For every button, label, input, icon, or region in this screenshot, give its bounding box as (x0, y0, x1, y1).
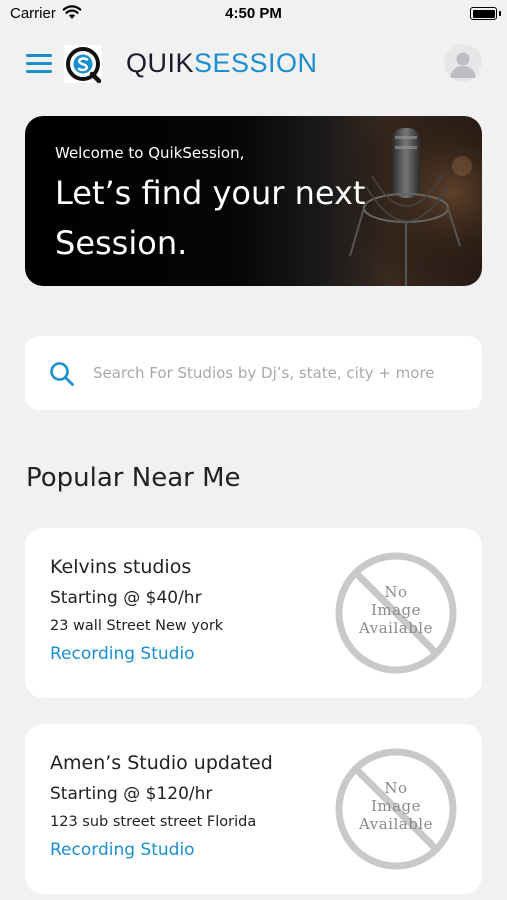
studio-type-link[interactable]: Recording Studio (50, 644, 195, 664)
search-input[interactable] (93, 354, 463, 392)
clock: 4:50 PM (225, 5, 282, 22)
status-bar: Carrier 4:50 PM (0, 0, 507, 28)
no-image-label: Available (359, 619, 433, 637)
avatar-icon[interactable] (444, 44, 482, 82)
studio-card[interactable]: Kelvins studios Starting @ $40/hr 23 wal… (25, 528, 482, 698)
studio-name: Amen’s Studio updated (50, 752, 273, 774)
studio-price: Starting @ $120/hr (50, 784, 213, 804)
brand-title: QUIKSESSION (126, 48, 318, 79)
no-image-icon: No Image Available (333, 550, 459, 676)
search-icon[interactable] (49, 361, 75, 387)
no-image-label: Image (370, 601, 422, 619)
studio-card[interactable]: Amen’s Studio updated Starting @ $120/hr… (25, 724, 482, 894)
studio-address: 23 wall Street New york (50, 618, 224, 634)
battery-icon (470, 7, 501, 20)
no-image-icon: No Image Available (333, 746, 459, 872)
hero-headline: Let’s find your next Session. (55, 174, 366, 262)
no-image-label: No (384, 583, 408, 601)
welcome-text: Welcome to QuikSession, (55, 144, 245, 162)
no-image-label: No (384, 779, 408, 797)
studio-address: 123 sub street street Florida (50, 814, 257, 830)
menu-icon[interactable] (26, 52, 52, 74)
welcome-banner: Welcome to QuikSession, Let’s find your … (25, 116, 482, 286)
studio-type-link[interactable]: Recording Studio (50, 840, 195, 860)
brand-title-part1: QUIK (126, 48, 195, 78)
section-title: Popular Near Me (26, 463, 241, 493)
app-header: QUIKSESSION (0, 40, 507, 88)
logo-icon (64, 45, 102, 84)
no-image-label: Image (370, 797, 422, 815)
studio-price: Starting @ $40/hr (50, 588, 202, 608)
studio-name: Kelvins studios (50, 556, 192, 578)
brand-title-part2: SESSION (194, 48, 318, 78)
search-bar[interactable] (25, 336, 482, 410)
no-image-label: Available (359, 815, 433, 833)
